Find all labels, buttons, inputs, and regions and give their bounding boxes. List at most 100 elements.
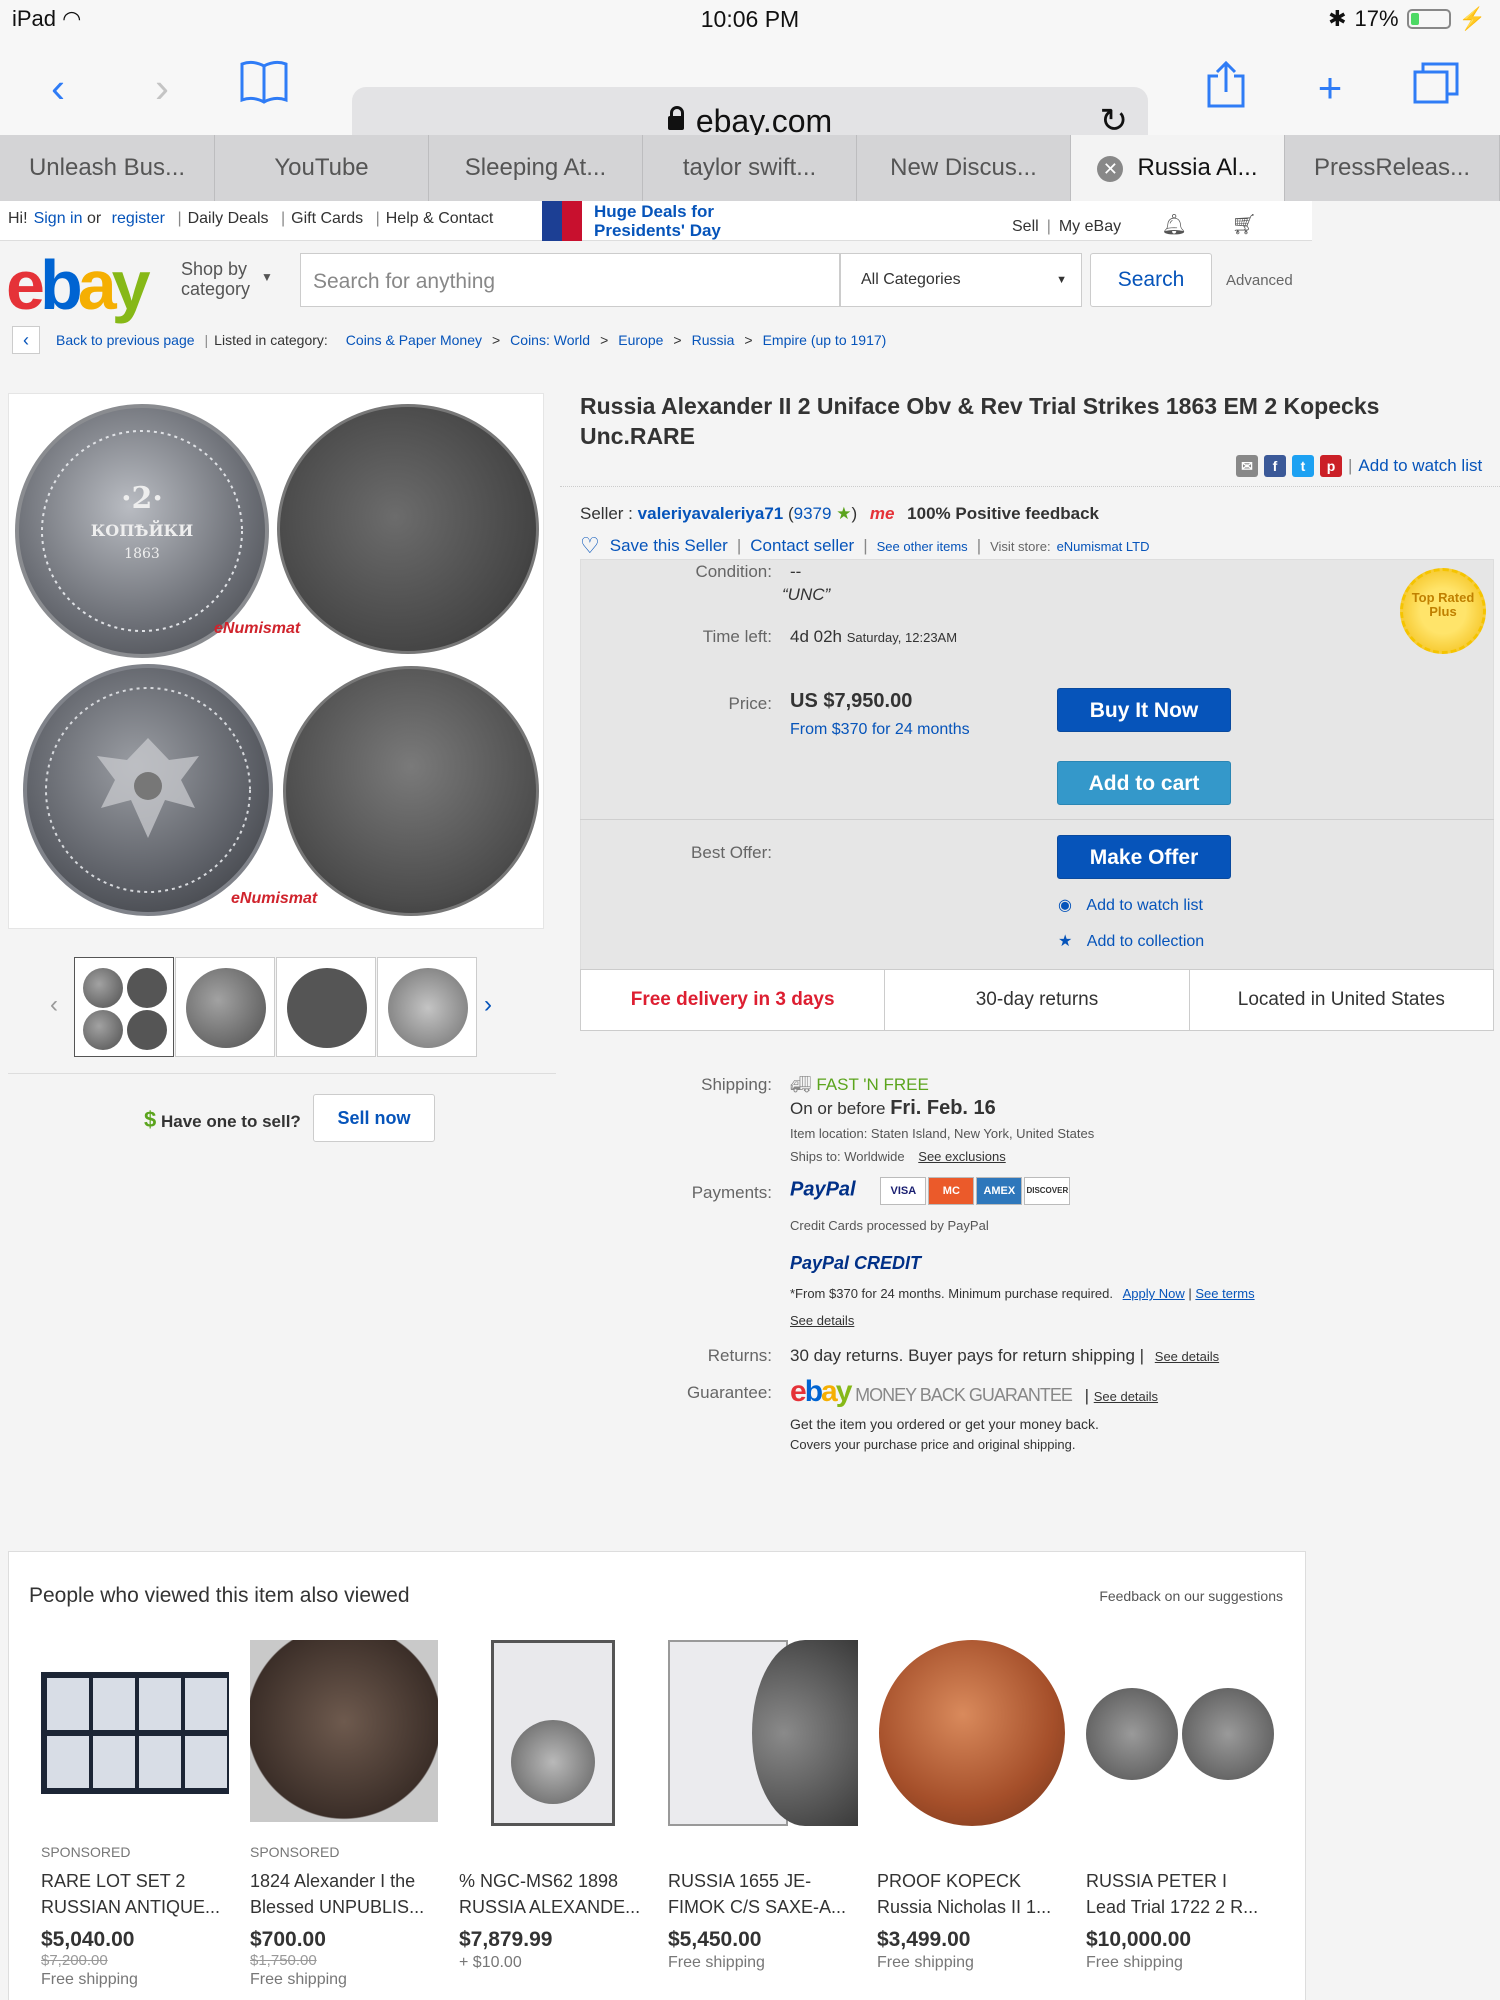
related-item[interactable]: RUSSIA 1655 JE- FIMOK C/S SAXE-A... $5,4… xyxy=(668,1640,858,1972)
bell-icon[interactable]: 🔔︎ xyxy=(1162,214,1187,236)
tab-youtube[interactable]: YouTube xyxy=(215,135,429,201)
shop-by-category[interactable]: Shop by category ▼ xyxy=(181,259,281,299)
category-select[interactable]: All Categories ▼ xyxy=(840,253,1082,307)
seller-name-link[interactable]: valeriyavaleriya71 xyxy=(638,504,784,523)
related-item-title-1[interactable]: RUSSIA 1655 JE- xyxy=(668,1868,858,1894)
thumbnail-4[interactable] xyxy=(377,957,477,1057)
cart-icon[interactable]: 🛒︎ xyxy=(1231,214,1256,236)
forward-icon[interactable]: › xyxy=(134,60,190,116)
related-item[interactable]: SPONSORED 1824 Alexander I the Blessed U… xyxy=(250,1640,440,1989)
register-link[interactable]: register xyxy=(112,210,165,227)
ebay-logo[interactable]: ebay xyxy=(6,245,151,325)
thumb-prev-icon[interactable]: ‹ xyxy=(50,991,58,1019)
financing-link[interactable]: From $370 for 24 months xyxy=(790,721,970,739)
breadcrumb-coins-paper[interactable]: Coins & Paper Money xyxy=(346,332,482,348)
breadcrumb-empire[interactable]: Empire (up to 1917) xyxy=(763,332,887,348)
divider xyxy=(580,819,1494,820)
see-terms-link[interactable]: See terms xyxy=(1195,1286,1254,1301)
seller-label: Seller : xyxy=(580,504,633,523)
related-item-title-2[interactable]: Russia Nicholas II 1... xyxy=(877,1894,1067,1920)
returns-see-details-link[interactable]: See details xyxy=(1155,1349,1219,1364)
related-item-title-2[interactable]: Lead Trial 1722 2 R... xyxy=(1086,1894,1276,1920)
breadcrumb-russia[interactable]: Russia xyxy=(692,332,735,348)
see-details-link[interactable]: See details xyxy=(790,1313,854,1328)
advanced-link[interactable]: Advanced xyxy=(1226,272,1293,289)
coin-reverse-image xyxy=(23,664,273,916)
back-to-previous-link[interactable]: Back to previous page xyxy=(56,332,195,348)
related-item-title-1[interactable]: PROOF KOPECK xyxy=(877,1868,1067,1894)
thumbnail-3[interactable] xyxy=(276,957,376,1057)
sign-in-link[interactable]: Sign in xyxy=(34,210,83,227)
watch-list-action[interactable]: ◉ Add to watch list xyxy=(1058,895,1203,915)
sell-link[interactable]: Sell xyxy=(1012,218,1039,235)
email-icon[interactable]: ✉ xyxy=(1236,455,1258,477)
tabs-overview-icon[interactable] xyxy=(1408,60,1464,116)
battery-percent: 17% xyxy=(1354,6,1399,31)
related-item-title-2[interactable]: RUSSIA ALEXANDE... xyxy=(459,1894,649,1920)
new-tab-icon[interactable]: + xyxy=(1302,60,1358,116)
back-icon[interactable]: ‹ xyxy=(30,60,86,116)
related-item-title-2[interactable]: Blessed UNPUBLIS... xyxy=(250,1894,440,1920)
related-item-price: $7,879.99 xyxy=(459,1928,553,1951)
add-to-watch-list-link[interactable]: Add to watch list xyxy=(1358,456,1482,476)
tab-russia[interactable]: ✕ Russia Al... xyxy=(1071,135,1285,201)
best-offer-label: Best Offer: xyxy=(691,843,772,862)
related-item-price: $5,040.00 xyxy=(41,1928,135,1951)
thumbnail-1[interactable] xyxy=(74,957,174,1057)
contact-seller-link[interactable]: Contact seller xyxy=(750,536,854,556)
see-exclusions-link[interactable]: See exclusions xyxy=(918,1149,1005,1164)
related-item[interactable]: RUSSIA PETER I Lead Trial 1722 2 R... $1… xyxy=(1086,1640,1276,1972)
facebook-icon[interactable]: f xyxy=(1264,455,1286,477)
feedback-suggestions-link[interactable]: Feedback on our suggestions xyxy=(1099,1588,1283,1604)
buy-it-now-button[interactable]: Buy It Now xyxy=(1057,688,1231,732)
main-product-image[interactable]: ·2· КОПѢЙКИ 1863 eNumismat eNumismat xyxy=(8,393,544,929)
twitter-icon[interactable]: t xyxy=(1292,455,1314,477)
daily-deals-link[interactable]: Daily Deals xyxy=(188,210,269,227)
heart-icon[interactable]: ♡ xyxy=(580,533,600,559)
related-item-title-1[interactable]: 1824 Alexander I the xyxy=(250,1868,440,1894)
make-offer-button[interactable]: Make Offer xyxy=(1057,835,1231,879)
feedback-score-link[interactable]: 9379 xyxy=(794,504,832,523)
gift-cards-link[interactable]: Gift Cards xyxy=(291,210,363,227)
my-ebay-link[interactable]: My eBay xyxy=(1059,218,1121,235)
tab-new-discus[interactable]: New Discus... xyxy=(857,135,1071,201)
help-contact-link[interactable]: Help & Contact xyxy=(386,210,494,227)
bookmarks-icon[interactable] xyxy=(236,60,292,116)
related-item[interactable]: PROOF KOPECK Russia Nicholas II 1... $3,… xyxy=(877,1640,1067,1972)
related-item[interactable]: SPONSORED RARE LOT SET 2 RUSSIAN ANTIQUE… xyxy=(41,1640,231,1989)
thumb-next-icon[interactable]: › xyxy=(484,991,492,1019)
related-item-title-2[interactable]: RUSSIAN ANTIQUE... xyxy=(41,1894,231,1920)
thumbnail-2[interactable] xyxy=(175,957,275,1057)
sell-now-button[interactable]: Sell now xyxy=(313,1094,435,1142)
breadcrumb-coins-world[interactable]: Coins: World xyxy=(510,332,590,348)
promo-banner[interactable]: Huge Deals for Presidents' Day xyxy=(542,201,734,241)
related-item[interactable]: % NGC-MS62 1898 RUSSIA ALEXANDE... $7,87… xyxy=(459,1640,649,1972)
share-icon[interactable] xyxy=(1198,60,1254,116)
close-tab-icon[interactable]: ✕ xyxy=(1097,155,1124,182)
pinterest-icon[interactable]: p xyxy=(1320,455,1342,477)
related-item-title-1[interactable]: % NGC-MS62 1898 xyxy=(459,1868,649,1894)
search-button[interactable]: Search xyxy=(1090,253,1212,307)
tab-sleeping[interactable]: Sleeping At... xyxy=(429,135,643,201)
battery-icon xyxy=(1406,9,1451,29)
watch-list-link[interactable]: Add to watch list xyxy=(1086,897,1203,914)
store-name-link[interactable]: eNumismat LTD xyxy=(1057,539,1150,554)
search-input[interactable]: Search for anything xyxy=(300,253,840,307)
guarantee-see-details-link[interactable]: See details xyxy=(1094,1389,1158,1404)
sponsored-label xyxy=(1086,1844,1276,1862)
collection-action[interactable]: ★ Add to collection xyxy=(1058,931,1204,951)
tab-taylor[interactable]: taylor swift... xyxy=(643,135,857,201)
add-to-cart-button[interactable]: Add to cart xyxy=(1057,761,1231,805)
collection-link[interactable]: Add to collection xyxy=(1087,933,1204,950)
related-item-title-1[interactable]: RUSSIA PETER I xyxy=(1086,1868,1276,1894)
apply-now-link[interactable]: Apply Now xyxy=(1123,1286,1185,1301)
breadcrumb-europe[interactable]: Europe xyxy=(618,332,663,348)
related-item-title-1[interactable]: RARE LOT SET 2 xyxy=(41,1868,231,1894)
back-arrow-icon[interactable]: ‹ xyxy=(12,326,40,354)
tab-pressrelease[interactable]: PressReleas... xyxy=(1285,135,1500,201)
tab-unleash[interactable]: Unleash Bus... xyxy=(0,135,215,201)
save-seller-link[interactable]: Save this Seller xyxy=(610,536,728,556)
delivery-summary: Free delivery in 3 days 30-day returns L… xyxy=(580,969,1494,1031)
related-item-title-2[interactable]: FIMOK C/S SAXE-A... xyxy=(668,1894,858,1920)
see-other-items-link[interactable]: See other items xyxy=(877,539,968,554)
